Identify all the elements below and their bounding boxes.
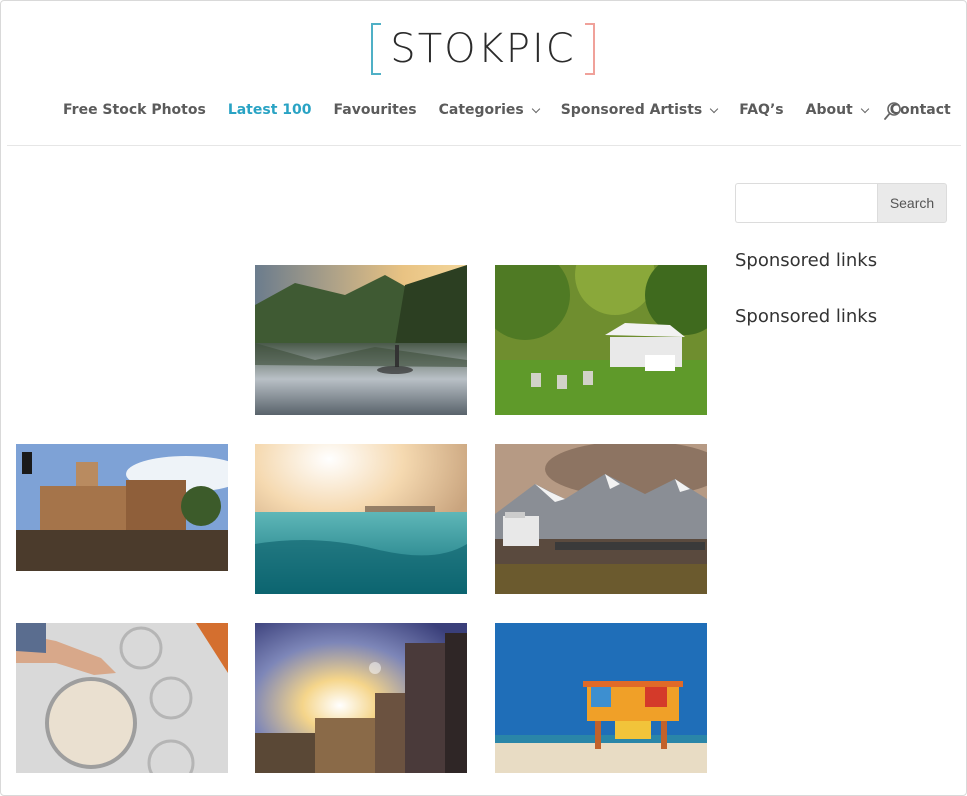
search-icon[interactable] [883, 101, 903, 121]
nav-item-label: About [805, 102, 853, 118]
search-input[interactable] [735, 183, 877, 223]
coffee-drink-table-photo[interactable] [16, 623, 228, 773]
nav-item-label: Favourites [333, 102, 417, 118]
nav-item-categories[interactable]: Categories [438, 102, 540, 118]
nav-item-faqs[interactable]: FAQ’s [739, 102, 783, 118]
city-skyline-sunburst-photo[interactable] [255, 623, 467, 773]
nav-item-label: Free Stock Photos [63, 102, 206, 118]
mountain-lake-reflection-photo[interactable] [255, 265, 467, 415]
chevron-down-icon [531, 104, 540, 113]
logo-text: STOKPIC [390, 26, 576, 72]
sponsored-links-heading: Sponsored links [735, 306, 878, 327]
logo-right-bracket [585, 23, 595, 75]
nav-item-label: Sponsored Artists [560, 102, 703, 118]
lifeguard-tower-beach-photo[interactable] [495, 623, 707, 773]
garden-party-tent-photo[interactable] [495, 265, 707, 415]
search-button[interactable]: Search [877, 183, 947, 223]
browser-frame: STOKPIC Free Stock Photos Latest 100 Fav… [0, 0, 967, 796]
header-divider [7, 145, 961, 146]
chevron-down-icon [710, 104, 719, 113]
nav-item-label: FAQ’s [739, 102, 784, 118]
town-street-buildings-photo[interactable] [16, 444, 228, 571]
nav-item-label: Categories [438, 102, 524, 118]
ocean-sunlight-water-photo[interactable] [255, 444, 467, 594]
nav-item-about[interactable]: About [805, 102, 869, 118]
logo-left-bracket [371, 23, 381, 75]
main-nav: Free Stock Photos Latest 100 Favourites … [63, 99, 966, 121]
sidebar-search: Search [735, 183, 947, 223]
nav-item-free-stock-photos[interactable]: Free Stock Photos [63, 102, 206, 118]
nav-item-label: Latest 100 [227, 102, 312, 118]
cruise-ship-mountains-photo[interactable] [495, 444, 707, 594]
nav-item-latest-100[interactable]: Latest 100 [228, 102, 312, 118]
nav-item-favourites[interactable]: Favourites [334, 102, 417, 118]
sponsored-links-heading: Sponsored links [735, 250, 878, 271]
nav-item-sponsored-artists[interactable]: Sponsored Artists [560, 102, 719, 118]
site-logo[interactable]: STOKPIC [371, 23, 595, 75]
chevron-down-icon [860, 104, 869, 113]
